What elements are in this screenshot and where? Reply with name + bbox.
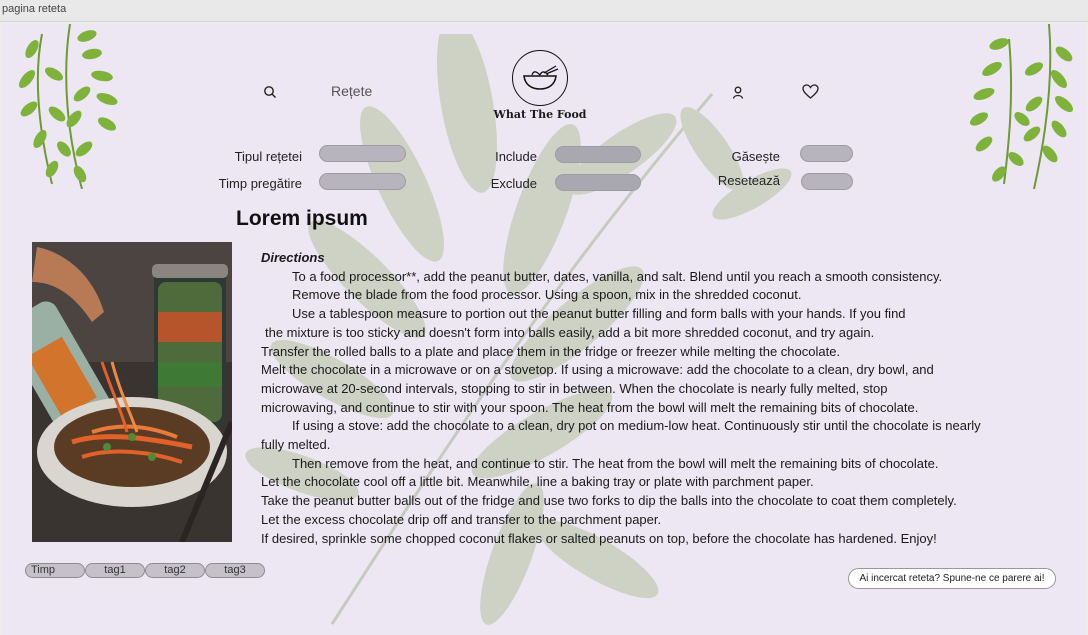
find-button[interactable]	[800, 145, 853, 162]
prep-time-label: Timp pregătire	[218, 176, 302, 191]
direction-line: Then remove from the heat, and continue …	[292, 455, 939, 471]
recipe-type-select[interactable]	[319, 145, 406, 162]
window-titlebar: pagina reteta	[0, 0, 1088, 22]
direction-line: Remove the blade from the food processor…	[292, 287, 802, 303]
direction-line: microwaving, and continue to stir with y…	[261, 399, 919, 415]
brand-name: What The Food	[493, 108, 587, 121]
tag-item[interactable]: tag2	[145, 563, 205, 578]
direction-line: Melt the chocolate in a microwave or on …	[261, 362, 934, 378]
user-icon[interactable]	[729, 83, 747, 101]
include-label: Include	[495, 149, 537, 164]
search-icon[interactable]	[261, 83, 279, 101]
reset-button-label: Resetează	[717, 173, 780, 188]
recipe-photo	[32, 242, 232, 542]
site-logo[interactable]: What The Food	[492, 50, 588, 126]
direction-line: Transfer the rolled balls to a plate and…	[261, 343, 841, 359]
tag-time[interactable]: Timp	[25, 563, 85, 578]
recipe-directions: Directions To a food processor**, add th…	[261, 249, 1061, 548]
direction-line: If desired, sprinkle some chopped coconu…	[261, 530, 937, 546]
bowl-icon	[512, 50, 568, 106]
tag-item[interactable]: tag1	[85, 563, 145, 578]
recipe-title: Lorem ipsum	[236, 207, 368, 230]
recipe-page: Rețete What The Food Tipul rețetei Timp …	[2, 24, 1085, 635]
include-input[interactable]	[555, 146, 641, 163]
leaf-vine-right-decoration	[969, 24, 1074, 189]
prep-time-select[interactable]	[319, 173, 406, 190]
tag-item[interactable]: tag3	[205, 563, 265, 578]
direction-line: Use a tablespoon measure to portion out …	[292, 306, 906, 322]
recipe-tags: Timp tag1 tag2 tag3	[25, 563, 265, 578]
find-button-label: Găsește	[731, 149, 780, 164]
exclude-label: Exclude	[490, 176, 537, 191]
direction-line: fully melted.	[261, 437, 331, 453]
feedback-button[interactable]: Ai incercat reteta? Spune-ne ce parere a…	[848, 568, 1056, 589]
nav-recipes-link[interactable]: Rețete	[331, 83, 372, 99]
direction-line: Take the peanut butter balls out of the …	[261, 493, 957, 509]
reset-button[interactable]	[801, 173, 853, 190]
direction-line: the mixture is too sticky and doesn't fo…	[265, 324, 875, 340]
recipe-type-label: Tipul rețetei	[234, 149, 302, 164]
direction-line: If using a stove: add the chocolate to a…	[292, 418, 981, 434]
direction-line: To a food processor**, add the peanut bu…	[292, 268, 943, 284]
direction-line: Let the excess chocolate drip off and tr…	[261, 511, 662, 527]
direction-line: Let the chocolate cool off a little bit.…	[261, 474, 814, 490]
heart-icon[interactable]	[801, 82, 819, 100]
exclude-input[interactable]	[555, 174, 641, 191]
window-title: pagina reteta	[2, 3, 67, 15]
leaf-vine-left-decoration	[18, 24, 118, 189]
directions-heading: Directions	[261, 250, 325, 265]
direction-line: microwave at 20-second intervals, stoppi…	[261, 380, 888, 396]
